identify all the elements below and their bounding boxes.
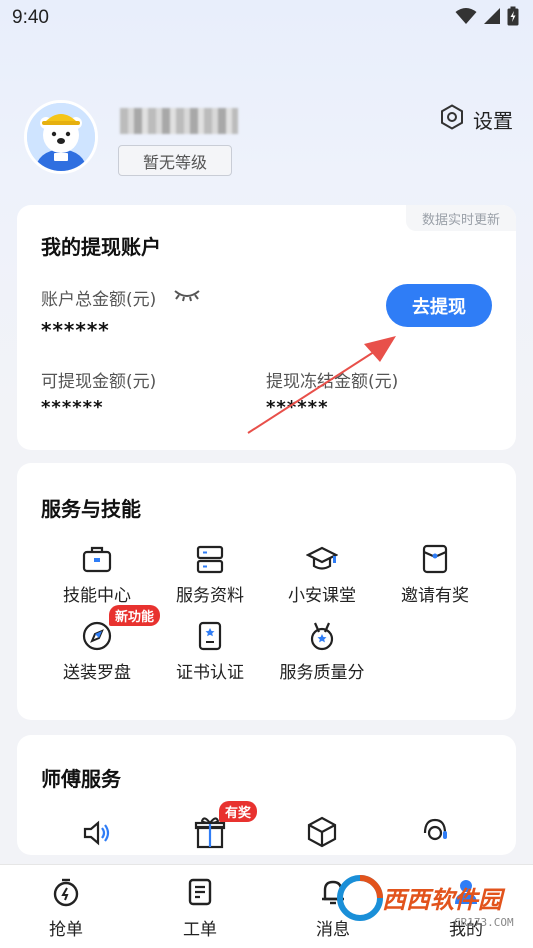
service-label: 邀请有奖 — [401, 586, 469, 606]
server-icon — [194, 543, 226, 575]
frozen-amount-label: 提现冻结金额(元) — [266, 372, 399, 392]
document-icon — [160, 877, 240, 911]
status-icons — [455, 6, 519, 30]
withdraw-account-card: 数据实时更新 我的提现账户 账户总金额(元) ****** 去提现 可提现金额(… — [17, 205, 516, 450]
withdraw-button[interactable]: 去提现 — [386, 284, 492, 327]
timer-icon — [26, 877, 106, 911]
award-badge: 有奖 — [219, 801, 258, 822]
nav-item-grab-order[interactable]: 抢单 — [26, 877, 106, 940]
service-quality-score[interactable]: 服务质量分 — [267, 620, 377, 683]
service-label: 小安课堂 — [288, 586, 356, 606]
watermark-sub: CR173.COM — [454, 916, 514, 929]
total-amount-label: 账户总金额(元) — [41, 290, 157, 310]
services-title: 服务与技能 — [41, 497, 141, 521]
service-label: 送装罗盘 — [63, 663, 131, 683]
certificate-icon — [194, 620, 226, 652]
total-amount-value: ****** — [41, 318, 110, 342]
frozen-amount-value: ****** — [266, 397, 329, 418]
status-time: 9:40 — [12, 7, 49, 28]
battery-icon — [507, 6, 519, 30]
box-icon[interactable] — [306, 815, 338, 853]
cell-signal-icon — [483, 7, 501, 29]
medal-icon — [306, 620, 338, 652]
nav-label: 抢单 — [49, 920, 83, 940]
service-label: 服务资料 — [176, 586, 244, 606]
master-services-title: 师傅服务 — [41, 767, 121, 791]
withdraw-account-title: 我的提现账户 — [41, 235, 161, 259]
settings-button[interactable]: 设置 — [439, 104, 513, 135]
service-classroom[interactable]: 小安课堂 — [267, 543, 377, 606]
service-label: 技能中心 — [63, 586, 131, 606]
level-badge: 暂无等级 — [118, 145, 232, 176]
available-amount-value: ****** — [41, 397, 104, 418]
support-icon[interactable] — [419, 815, 451, 853]
hide-eye-icon[interactable] — [173, 287, 201, 307]
nav-item-work-order[interactable]: 工单 — [160, 877, 240, 940]
master-services-card: 师傅服务 有奖 — [17, 735, 516, 855]
service-skill-center[interactable]: 技能中心 — [42, 543, 152, 606]
nav-label: 工单 — [183, 920, 217, 940]
username-masked — [120, 108, 238, 134]
avatar[interactable] — [24, 100, 98, 174]
available-amount-label: 可提现金额(元) — [41, 372, 157, 392]
briefcase-icon — [81, 543, 113, 575]
wifi-icon — [455, 7, 477, 29]
settings-label: 设置 — [473, 109, 513, 133]
service-label: 证书认证 — [176, 663, 244, 683]
status-bar: 9:40 — [0, 0, 533, 36]
compass-icon — [81, 620, 113, 652]
watermark-icon — [337, 875, 383, 921]
graduation-cap-icon — [305, 543, 339, 575]
service-label: 服务质量分 — [279, 663, 365, 683]
watermark-logo: 西西软件园 CR173.COM — [334, 870, 533, 948]
service-compass[interactable]: 送装罗盘 — [42, 620, 152, 683]
gear-icon — [439, 104, 465, 135]
speaker-icon[interactable] — [81, 817, 113, 853]
watermark-text: 西西软件园 — [382, 886, 502, 914]
service-materials[interactable]: 服务资料 — [155, 543, 265, 606]
service-invite-reward[interactable]: 邀请有奖 — [380, 543, 490, 606]
invite-card-icon — [419, 543, 451, 575]
services-card: 服务与技能 技能中心 服务资料 小安课堂 邀请有奖 新功能 送装罗盘 证书认证 … — [17, 463, 516, 720]
service-certificate[interactable]: 证书认证 — [155, 620, 265, 683]
realtime-update-tag: 数据实时更新 — [405, 205, 516, 231]
